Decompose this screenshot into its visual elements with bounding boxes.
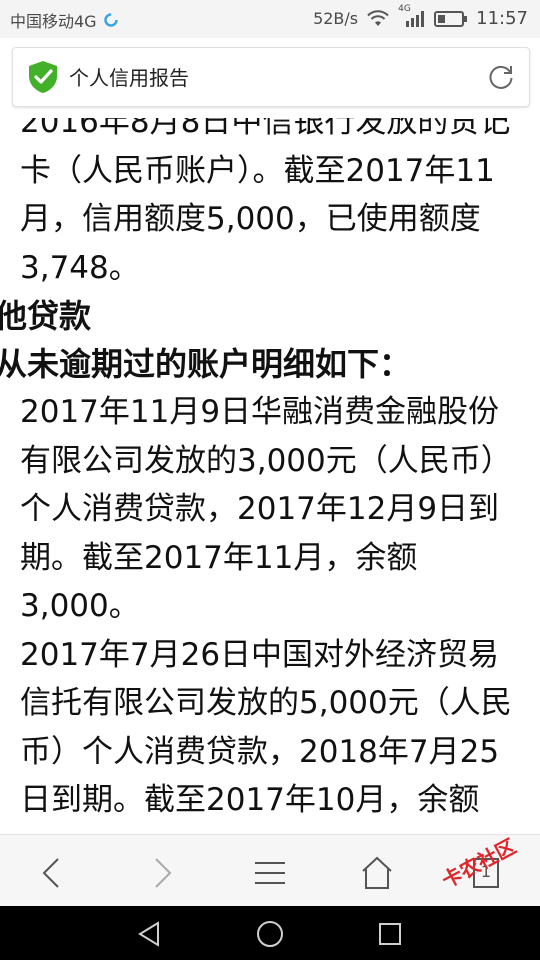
wifi-icon bbox=[367, 9, 389, 26]
report-page: 2016年8月8日中信银行发放的贷记卡（人民币账户）。截至2017年11月，信用… bbox=[0, 118, 540, 830]
battery-icon bbox=[434, 10, 468, 27]
status-bar: 中国移动4G 52B/s 4G 11:57 bbox=[0, 0, 540, 38]
back-triangle-icon[interactable] bbox=[134, 919, 164, 949]
loading-ring-icon bbox=[103, 13, 118, 27]
loan-item: 2017年7月26日中国对外经济贸易信托有限公司发放的5,000元（人民币）个人… bbox=[20, 636, 512, 819]
loan-item: 2017年11月9日华融消费金融股份有限公司发放的3,000元（人民币）个人消费… bbox=[20, 394, 512, 624]
refresh-icon[interactable] bbox=[487, 63, 515, 91]
shield-check-icon bbox=[29, 61, 57, 93]
credit-card-paragraph: 2016年8月8日中信银行发放的贷记卡（人民币账户）。截至2017年11月，信用… bbox=[20, 118, 511, 286]
home-icon[interactable] bbox=[357, 853, 397, 893]
menu-icon[interactable] bbox=[250, 853, 290, 893]
app-header: 个人信用报告 bbox=[12, 47, 530, 107]
section-heading: 他贷款 bbox=[0, 297, 92, 335]
recents-square-icon[interactable] bbox=[375, 919, 405, 949]
page-title: 个人信用报告 bbox=[69, 66, 189, 90]
section-subheading: 从未逾期过的账户明细如下： bbox=[0, 345, 412, 383]
back-icon[interactable] bbox=[32, 853, 72, 893]
clock: 11:57 bbox=[476, 8, 528, 29]
home-circle-icon[interactable] bbox=[255, 919, 285, 949]
system-nav-bar bbox=[0, 906, 540, 960]
report-content[interactable]: 2016年8月8日中信银行发放的贷记卡（人民币账户）。截至2017年11月，信用… bbox=[0, 118, 540, 830]
forward-icon[interactable] bbox=[142, 853, 182, 893]
signal-icon bbox=[406, 10, 425, 27]
carrier-label: 中国移动4G bbox=[10, 12, 97, 31]
network-speed: 52B/s bbox=[313, 9, 359, 28]
